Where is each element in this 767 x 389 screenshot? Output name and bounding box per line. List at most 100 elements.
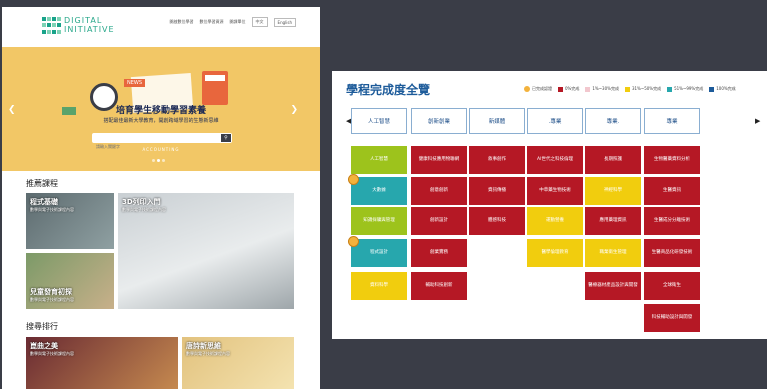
program-column-header[interactable]: 創新創業 (411, 108, 467, 134)
program-cell-label: 資料科學 (370, 283, 388, 288)
program-cell-label: 健康科技應用物聯網 (418, 157, 460, 162)
program-cell-label: 生醫資訊 (663, 188, 681, 193)
nav-item[interactable]: 開啟數位學習 (170, 19, 194, 25)
program-cell-label: 大數據 (372, 188, 386, 193)
hero-subtitle: 搭配最佳最新大學教育，開創跨域學習的生態新思維 (103, 118, 219, 124)
legend-item: 已完成認證 (524, 86, 552, 92)
overview-title: 學程完成度全覽 (346, 83, 431, 97)
recommended-title: 推薦課程 (26, 179, 58, 188)
program-cell[interactable]: 生物醫藥資料分析 (644, 146, 700, 174)
program-cell[interactable]: 神經科學 (585, 177, 641, 205)
program-cell[interactable]: 人工智慧 (351, 146, 407, 174)
program-cell[interactable]: 輔助科技創新 (411, 272, 467, 300)
carousel-dot[interactable] (157, 159, 160, 162)
legend-label: 100%完成 (716, 86, 736, 91)
legend-label: 已完成認證 (532, 86, 552, 91)
program-column-header[interactable]: .專業 (527, 108, 583, 134)
program-cell[interactable]: 創意創新 (411, 177, 467, 205)
course-subtitle: 數學與電子技術課程內容 (186, 351, 230, 356)
lang-zh-button[interactable]: 中文 (251, 17, 268, 27)
program-cell-label: 長期照護 (604, 157, 622, 162)
nav-item[interactable]: 數位學習資源 (200, 19, 224, 25)
hero-banner: NEWS ❮ ❯ 培育學生移動學習素養 搭配最佳最新大學教育，開創跨域學習的生態… (2, 47, 320, 171)
program-cell[interactable]: 創新設計 (411, 207, 467, 235)
course-tile[interactable]: 崑曲之美 數學與電子技術課程內容 (26, 337, 178, 389)
legend-swatch (624, 86, 630, 92)
program-cell[interactable]: 應用藥理資訊 (585, 207, 641, 235)
program-cell-label: 資訊傳播 (488, 188, 506, 193)
program-cell[interactable]: 生醫商品化研發技術 (644, 239, 700, 267)
program-cell[interactable]: 科技輔助設計與開發 (644, 304, 700, 332)
program-column-header[interactable]: 專業 (644, 108, 700, 134)
search-icon[interactable]: ⚲ (221, 134, 231, 142)
program-cell-label: 創意創新 (430, 188, 448, 193)
legend-label: 1%~30%完成 (592, 86, 619, 91)
program-cell[interactable]: 大數據 (348, 174, 407, 205)
program-cell[interactable]: 程式設計 (348, 236, 407, 267)
hero-label: ACCOUNTING (142, 147, 180, 152)
program-cell-label: 生醫成分分離技術 (654, 218, 690, 223)
program-cell[interactable]: 醫療器材產品設計與開發 (585, 272, 641, 300)
program-cell[interactable]: 創業實務 (411, 239, 467, 267)
legend-item: 0%完成 (558, 86, 579, 92)
program-cell[interactable]: 知識採礦與管理 (351, 207, 407, 235)
program-cell[interactable]: 敘事創作 (469, 146, 525, 174)
legend-item: 1%~30%完成 (585, 86, 619, 92)
course-tile[interactable]: 程式基礎 數學與電子技術課程內容 (26, 193, 114, 249)
nav-item[interactable]: 開課單位 (230, 19, 246, 25)
course-subtitle: 數學與電子技術課程內容 (122, 207, 166, 212)
program-cell[interactable]: 資料科學 (351, 272, 407, 300)
legend-item: 51%~99%完成 (667, 86, 703, 92)
program-cell-label: 神經科學 (604, 188, 622, 193)
hero-search: ⚲ (92, 133, 232, 152)
program-cell[interactable]: 醫學倫理教育 (527, 239, 583, 267)
program-cell[interactable]: 生醫資訊 (644, 177, 700, 205)
course-tile[interactable]: 唐詩新思維 數學與電子技術課程內容 (182, 337, 294, 389)
program-cell[interactable]: 體感科技 (469, 207, 525, 235)
logo-line-1: DIGITAL (64, 16, 103, 25)
course-subtitle: 數學與電子技術課程內容 (30, 207, 74, 212)
legend-label: 51%~99%完成 (674, 86, 704, 91)
course-tile[interactable]: 兒童發育初探 數學與電子技術課程內容 (26, 253, 114, 309)
website-screenshot: DIGITAL INITIATIVE 開啟數位學習 數位學習資源 開課單位 中文… (2, 7, 320, 389)
program-cell-label: 運動營養 (546, 218, 564, 223)
program-column-header[interactable]: 新媒體 (469, 108, 525, 134)
program-cell-label: 生物醫藥資料分析 (654, 157, 690, 162)
program-cell-label: 知識採礦與管理 (363, 218, 395, 223)
logo-text: DIGITAL INITIATIVE (64, 16, 115, 34)
program-cell[interactable]: 長期照護 (585, 146, 641, 174)
program-cell[interactable]: AI世代之科技倫理 (527, 146, 583, 174)
program-cell[interactable]: 全球衛生 (644, 272, 700, 300)
carousel-dot[interactable] (152, 159, 155, 162)
program-cell-label: 體感科技 (488, 218, 506, 223)
program-cell[interactable]: 生醫成分分離技術 (644, 207, 700, 235)
certified-badge-icon (524, 86, 530, 92)
program-cell[interactable]: 健康科技應用物聯網 (411, 146, 467, 174)
course-title: 唐詩新思維 (186, 342, 221, 350)
carousel-dot[interactable] (162, 159, 165, 162)
program-column-header[interactable]: 專業. (585, 108, 641, 134)
legend-swatch (558, 86, 563, 92)
legend-item: 100%完成 (709, 86, 736, 92)
program-cell-label: 生醫商品化研發技術 (651, 250, 693, 255)
logo-line-2: INITIATIVE (64, 25, 115, 34)
program-cell[interactable]: 運動營養 (527, 207, 583, 235)
course-title: 程式基礎 (30, 198, 58, 206)
course-tile[interactable]: 3D列印入門 數學與電子技術課程內容 (118, 193, 294, 309)
program-cell-label: 程式設計 (370, 250, 388, 255)
site-header: DIGITAL INITIATIVE 開啟數位學習 數位學習資源 開課單位 中文… (2, 7, 320, 47)
course-title: 3D列印入門 (122, 198, 161, 206)
program-cell-label: 職業衛生管理 (599, 250, 627, 255)
program-cell[interactable]: 職業衛生管理 (585, 239, 641, 267)
lang-en-button[interactable]: English (273, 17, 296, 27)
program-cell-label: 醫療器材產品設計與開發 (588, 283, 638, 288)
logo-icon (42, 17, 61, 35)
program-column-header[interactable]: 人工智慧 (351, 108, 407, 134)
scroll-right-arrow-icon[interactable]: ▶ (755, 117, 760, 125)
program-cell[interactable]: 資訊傳播 (469, 177, 525, 205)
program-cell-label: 創新設計 (430, 218, 448, 223)
program-cell[interactable]: 中草藥生物技術 (527, 177, 583, 205)
hero-title: 培育學生移動學習素養 (115, 106, 206, 116)
course-title: 崑曲之美 (30, 342, 58, 350)
program-overview-panel: 學程完成度全覽 已完成認證 0%完成 1%~30%完成 31%~50%完成 51… (332, 71, 767, 339)
